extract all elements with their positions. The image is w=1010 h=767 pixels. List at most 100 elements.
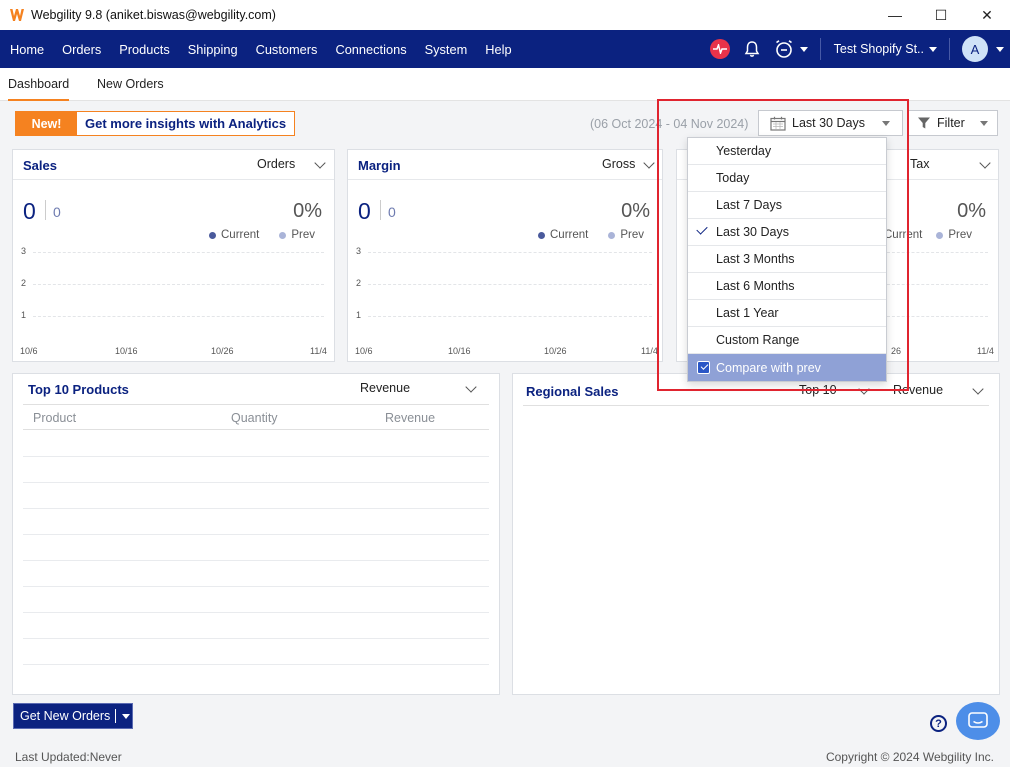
card-title: Sales	[23, 158, 57, 173]
chevron-down-icon[interactable]	[979, 157, 991, 169]
grid-line	[33, 284, 324, 285]
value-divider	[45, 200, 46, 220]
current-value: 0	[358, 198, 371, 224]
card-title: Margin	[358, 158, 401, 173]
margin-metric-selector[interactable]: Gross	[602, 157, 635, 171]
menu-divider-2	[949, 38, 950, 60]
sales-card: Sales Orders 0 0 0% Current Prev 3 2 1 1…	[12, 149, 335, 362]
user-dropdown-icon[interactable]	[996, 46, 1004, 52]
menu-products[interactable]: Products	[110, 30, 179, 68]
alarm-dropdown-icon[interactable]	[799, 46, 808, 52]
table-row	[23, 638, 489, 639]
top-products-metric-selector[interactable]: Revenue	[360, 381, 410, 395]
alarm-clock-icon[interactable]	[774, 39, 794, 59]
table-row	[23, 612, 489, 613]
y-tick: 2	[21, 278, 27, 288]
x-tick: 10/26	[544, 346, 567, 356]
x-tick: 11/4	[641, 346, 658, 356]
chevron-down-icon[interactable]	[972, 383, 984, 395]
menu-divider	[819, 38, 821, 60]
y-tick: 1	[356, 310, 362, 320]
percent-change: 0%	[957, 200, 986, 222]
chevron-down-icon[interactable]	[643, 157, 655, 169]
get-orders-dropdown-icon[interactable]	[122, 713, 131, 719]
webgility-logo-icon	[10, 9, 24, 21]
tab-dashboard[interactable]: Dashboard	[8, 68, 70, 101]
menu-home[interactable]: Home	[0, 30, 53, 68]
table-header: Product Quantity Revenue	[23, 404, 489, 430]
get-new-orders-button[interactable]: Get New Orders	[13, 703, 133, 729]
legend-current: Current	[221, 229, 260, 241]
sales-metric-selector[interactable]: Orders	[257, 157, 295, 171]
column-revenue: Revenue	[385, 411, 436, 425]
close-button[interactable]: ✕	[964, 0, 1010, 30]
help-icon[interactable]: ?	[930, 715, 947, 732]
grid-line	[33, 316, 324, 317]
table-row	[23, 508, 489, 509]
y-tick: 2	[356, 278, 362, 288]
menu-customers[interactable]: Customers	[247, 30, 327, 68]
x-tick: 10/6	[355, 346, 373, 356]
chart-legend: Current Prev	[538, 229, 644, 241]
chat-icon[interactable]	[956, 702, 1000, 740]
current-legend-dot	[209, 231, 216, 239]
bell-icon[interactable]	[744, 40, 760, 58]
analytics-banner[interactable]: New! Get more insights with Analytics	[15, 111, 296, 136]
card-title: Regional Sales	[526, 384, 619, 399]
previous-value: 0	[388, 204, 396, 220]
chevron-down-icon[interactable]	[465, 381, 477, 393]
title-bar: Webgility 9.8 (aniket.biswas@webgility.c…	[0, 0, 1010, 30]
store-selector[interactable]: Test Shopify St..	[834, 42, 924, 56]
menu-orders[interactable]: Orders	[53, 30, 110, 68]
get-new-orders-label: Get New Orders	[20, 709, 111, 723]
menu-shipping[interactable]: Shipping	[179, 30, 247, 68]
grid-line	[33, 252, 324, 253]
grid-line	[368, 252, 652, 253]
previous-value: 0	[53, 204, 61, 220]
store-dropdown-icon[interactable]	[929, 46, 937, 52]
window-title: Webgility 9.8 (aniket.biswas@webgility.c…	[31, 8, 276, 22]
tab-bar: Dashboard New Orders	[0, 68, 1010, 101]
x-tick: 11/4	[310, 346, 327, 356]
table-row	[23, 534, 489, 535]
button-divider	[115, 709, 117, 723]
prev-legend-dot	[608, 231, 616, 239]
x-tick: 10/16	[115, 346, 138, 356]
prev-legend-dot	[936, 231, 944, 239]
x-tick: 10/6	[20, 346, 38, 356]
highlight-box	[657, 99, 909, 391]
prev-legend-dot	[279, 231, 287, 239]
filter-label: Filter	[937, 116, 965, 130]
x-tick: 10/26	[211, 346, 234, 356]
tax-metric-selector[interactable]: Tax	[910, 157, 929, 171]
tab-new-orders[interactable]: New Orders	[97, 68, 164, 101]
card-header: Sales Orders	[13, 150, 334, 180]
minimize-button[interactable]: —	[872, 0, 918, 30]
main-menu-bar: Home Orders Products Shipping Customers …	[0, 30, 1010, 68]
table-row	[23, 664, 489, 665]
column-quantity: Quantity	[231, 411, 278, 425]
percent-change: 0%	[621, 200, 650, 222]
menu-system[interactable]: System	[416, 30, 477, 68]
value-divider	[380, 200, 381, 220]
user-avatar[interactable]: A	[962, 36, 988, 62]
chevron-down-icon[interactable]	[314, 157, 326, 169]
regional-sales-card: Regional Sales Top 10 Revenue	[512, 373, 1000, 695]
x-tick: 10/16	[448, 346, 471, 356]
health-monitor-icon[interactable]	[709, 39, 730, 59]
menu-help[interactable]: Help	[476, 30, 520, 68]
y-tick: 1	[21, 310, 27, 320]
status-bar: Last Updated:Never Copyright © 2024 Webg…	[0, 745, 1010, 767]
current-legend-dot	[538, 231, 545, 239]
analytics-banner-text[interactable]: Get more insights with Analytics	[77, 112, 294, 135]
maximize-button[interactable]: ☐	[918, 0, 964, 30]
legend-current: Current	[550, 229, 589, 241]
menu-connections[interactable]: Connections	[326, 30, 415, 68]
y-tick: 3	[356, 246, 362, 256]
filter-button[interactable]: Filter	[907, 110, 998, 136]
table-row	[23, 560, 489, 561]
chart-legend: Current Prev	[209, 229, 315, 241]
filter-icon	[918, 117, 930, 129]
grid-line	[368, 284, 652, 285]
current-value: 0	[23, 198, 36, 224]
